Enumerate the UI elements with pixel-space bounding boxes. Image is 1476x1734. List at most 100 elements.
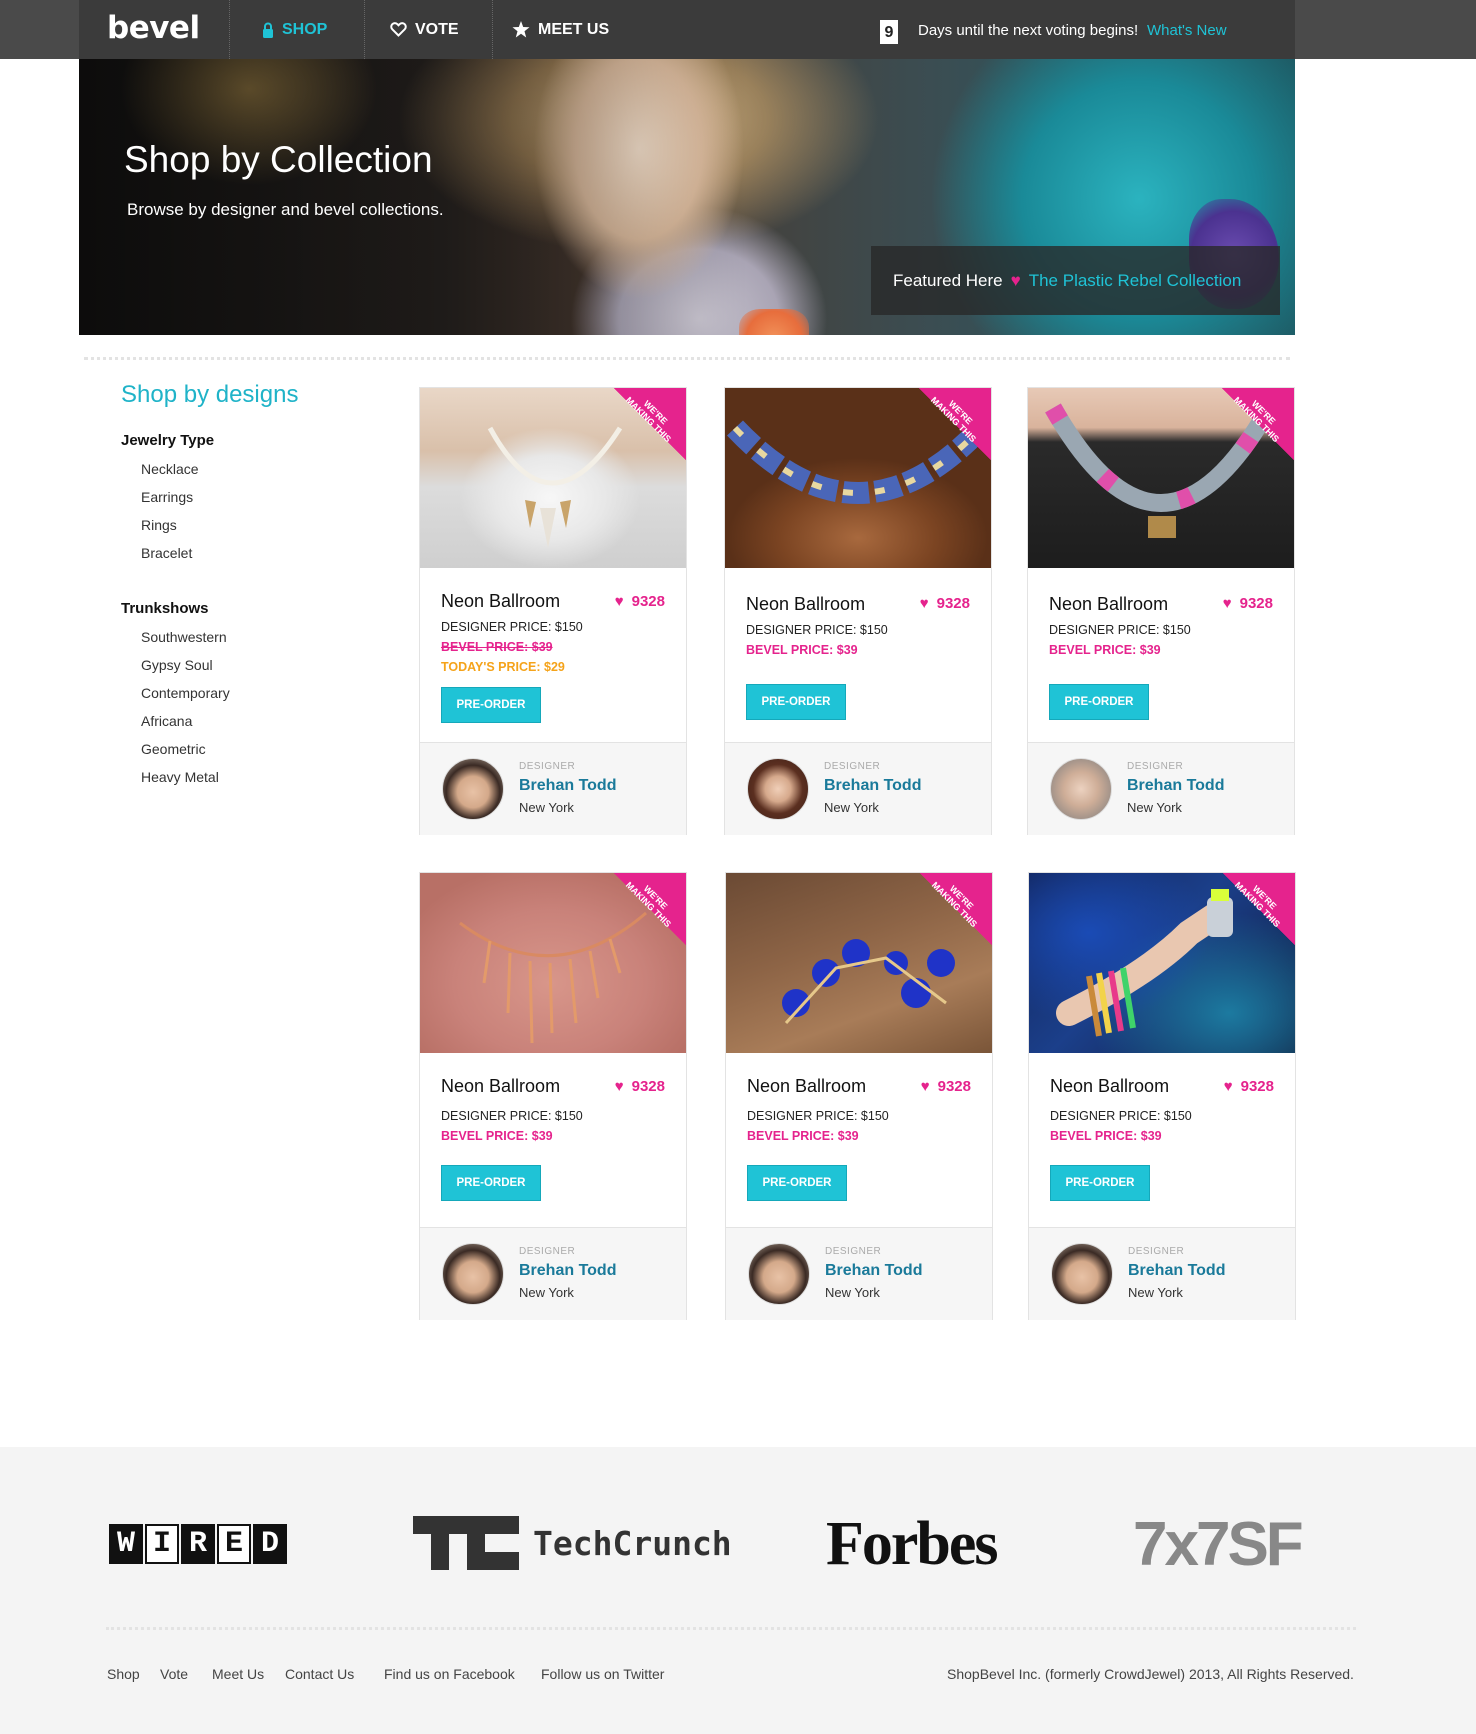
hero-subtitle: Browse by designer and bevel collections… <box>127 200 444 219</box>
hero-banner: Shop by Collection Browse by designer an… <box>79 59 1295 335</box>
product-name[interactable]: Neon Ballroom <box>441 591 560 612</box>
product-image[interactable]: WE'RE MAKING THIS <box>1028 388 1294 568</box>
nav-meet-us-label: MEET US <box>538 20 610 38</box>
nav-meet-us[interactable]: MEET US <box>512 0 609 59</box>
avatar[interactable] <box>747 758 809 820</box>
designer-name[interactable]: Brehan Todd <box>824 777 921 795</box>
designer-name[interactable]: Brehan Todd <box>825 1262 922 1280</box>
sidebar-item-earrings[interactable]: Earrings <box>141 489 193 505</box>
hero-title: Shop by Collection <box>124 139 433 180</box>
nav-divider <box>364 0 365 59</box>
sidebar-item-africana[interactable]: Africana <box>141 713 192 729</box>
designer-label: DESIGNER <box>824 761 881 772</box>
top-nav-bar: bevel SHOP VOTE MEET US 9 Days until the… <box>79 0 1295 59</box>
footer-link-vote[interactable]: Vote <box>160 1666 188 1682</box>
product-name[interactable]: Neon Ballroom <box>746 594 865 615</box>
designer-label: DESIGNER <box>825 1246 882 1257</box>
product-card: WE'RE MAKING THIS Neon Ballroom ♥ 9328 DE… <box>1027 387 1295 835</box>
ribbon-badge: WE'RE MAKING THIS <box>1222 388 1294 460</box>
designer-price: DESIGNER PRICE: $150 <box>441 620 583 634</box>
pre-order-button[interactable]: PRE-ORDER <box>746 684 846 720</box>
like-count[interactable]: ♥ 9328 <box>1224 1078 1274 1095</box>
whats-new-link[interactable]: What's New <box>1147 22 1227 39</box>
footer-link-contact-us[interactable]: Contact Us <box>285 1666 354 1682</box>
wired-logo[interactable]: W I R E D <box>109 1524 287 1564</box>
avatar[interactable] <box>442 1243 504 1305</box>
designer-name[interactable]: Brehan Todd <box>519 777 616 795</box>
footer-link-twitter[interactable]: Follow us on Twitter <box>541 1666 664 1682</box>
heart-icon: ♥ <box>1223 1078 1233 1095</box>
like-count[interactable]: ♥ 9328 <box>921 1078 971 1095</box>
product-name[interactable]: Neon Ballroom <box>747 1076 866 1097</box>
featured-label: Featured Here <box>893 270 1003 290</box>
product-card: WE'RE MAKING THIS Neon Ballroom ♥ 9328 DE… <box>724 387 992 835</box>
footer-divider <box>106 1627 1356 1630</box>
designer-info: DESIGNER Brehan Todd New York <box>1029 1227 1295 1320</box>
pre-order-button[interactable]: PRE-ORDER <box>747 1165 847 1201</box>
designer-name[interactable]: Brehan Todd <box>1127 777 1224 795</box>
designer-info: DESIGNER Brehan Todd New York <box>420 1227 686 1320</box>
designer-price: DESIGNER PRICE: $150 <box>747 1109 889 1123</box>
sidebar-heading-jewelry-type: Jewelry Type <box>121 432 215 449</box>
featured-collection-link[interactable]: The Plastic Rebel Collection <box>1029 271 1242 291</box>
sidebar-item-rings[interactable]: Rings <box>141 517 177 533</box>
bevel-price: BEVEL PRICE: $39 <box>746 643 858 657</box>
pre-order-button[interactable]: PRE-ORDER <box>1050 1165 1150 1201</box>
sidebar-item-heavy-metal[interactable]: Heavy Metal <box>141 769 219 785</box>
like-count[interactable]: ♥ 9328 <box>615 593 665 610</box>
product-image[interactable]: WE'RE MAKING THIS <box>420 873 686 1053</box>
product-name[interactable]: Neon Ballroom <box>441 1076 560 1097</box>
sidebar-heading-trunkshows: Trunkshows <box>121 600 209 617</box>
sidebar-item-southwestern[interactable]: Southwestern <box>141 629 227 645</box>
designer-city: New York <box>519 1285 574 1300</box>
pre-order-button[interactable]: PRE-ORDER <box>1049 684 1149 720</box>
todays-price: TODAY'S PRICE: $29 <box>441 660 565 674</box>
techcrunch-logo[interactable]: TechCrunch <box>413 1516 732 1570</box>
bevel-logo[interactable]: bevel <box>107 10 200 46</box>
nav-vote-label: VOTE <box>415 20 459 38</box>
pre-order-button[interactable]: PRE-ORDER <box>441 687 541 723</box>
nav-vote[interactable]: VOTE <box>390 0 459 59</box>
bevel-price: BEVEL PRICE: $39 <box>441 1129 553 1143</box>
footer-link-facebook[interactable]: Find us on Facebook <box>384 1666 515 1682</box>
designer-name[interactable]: Brehan Todd <box>1128 1262 1225 1280</box>
designer-info: DESIGNER Brehan Todd New York <box>726 1227 992 1320</box>
product-name[interactable]: Neon Ballroom <box>1050 1076 1169 1097</box>
sidebar-item-geometric[interactable]: Geometric <box>141 741 206 757</box>
designer-name[interactable]: Brehan Todd <box>519 1262 616 1280</box>
product-image[interactable]: WE'RE MAKING THIS <box>420 388 686 568</box>
nav-divider <box>492 0 493 59</box>
like-count[interactable]: ♥ 9328 <box>920 595 970 612</box>
avatar[interactable] <box>442 758 504 820</box>
voting-countdown-text: Days until the next voting begins! <box>918 22 1139 39</box>
product-image[interactable]: WE'RE MAKING THIS <box>725 388 991 568</box>
designer-info: DESIGNER Brehan Todd New York <box>725 742 991 835</box>
footer: W I R E D TechCrunch Forbes 7x7SF Shop V… <box>0 1447 1476 1734</box>
sidebar-item-bracelet[interactable]: Bracelet <box>141 545 192 561</box>
designer-info: DESIGNER Brehan Todd New York <box>420 742 686 835</box>
designer-city: New York <box>1127 800 1182 815</box>
copyright-text: ShopBevel Inc. (formerly CrowdJewel) 201… <box>947 1666 1354 1682</box>
designer-city: New York <box>1128 1285 1183 1300</box>
avatar[interactable] <box>748 1243 810 1305</box>
avatar[interactable] <box>1050 758 1112 820</box>
pre-order-button[interactable]: PRE-ORDER <box>441 1165 541 1201</box>
like-count[interactable]: ♥ 9328 <box>1223 595 1273 612</box>
bevel-price: BEVEL PRICE: $39 <box>747 1129 859 1143</box>
designer-city: New York <box>824 800 879 815</box>
avatar[interactable] <box>1051 1243 1113 1305</box>
forbes-logo[interactable]: Forbes <box>826 1509 999 1580</box>
product-image[interactable]: WE'RE MAKING THIS <box>1029 873 1295 1053</box>
sidebar-item-gypsy-soul[interactable]: Gypsy Soul <box>141 657 213 673</box>
product-image[interactable]: WE'RE MAKING THIS <box>726 873 992 1053</box>
7x7sf-logo[interactable]: 7x7SF <box>1133 1509 1304 1580</box>
designer-price: DESIGNER PRICE: $150 <box>1049 623 1191 637</box>
like-count[interactable]: ♥ 9328 <box>615 1078 665 1095</box>
product-name[interactable]: Neon Ballroom <box>1049 594 1168 615</box>
nav-shop[interactable]: SHOP <box>262 0 327 59</box>
sidebar-item-contemporary[interactable]: Contemporary <box>141 685 230 701</box>
footer-link-shop[interactable]: Shop <box>107 1666 140 1682</box>
footer-link-meet-us[interactable]: Meet Us <box>212 1666 264 1682</box>
sidebar-item-necklace[interactable]: Necklace <box>141 461 199 477</box>
bevel-price: BEVEL PRICE: $39 <box>1050 1129 1162 1143</box>
